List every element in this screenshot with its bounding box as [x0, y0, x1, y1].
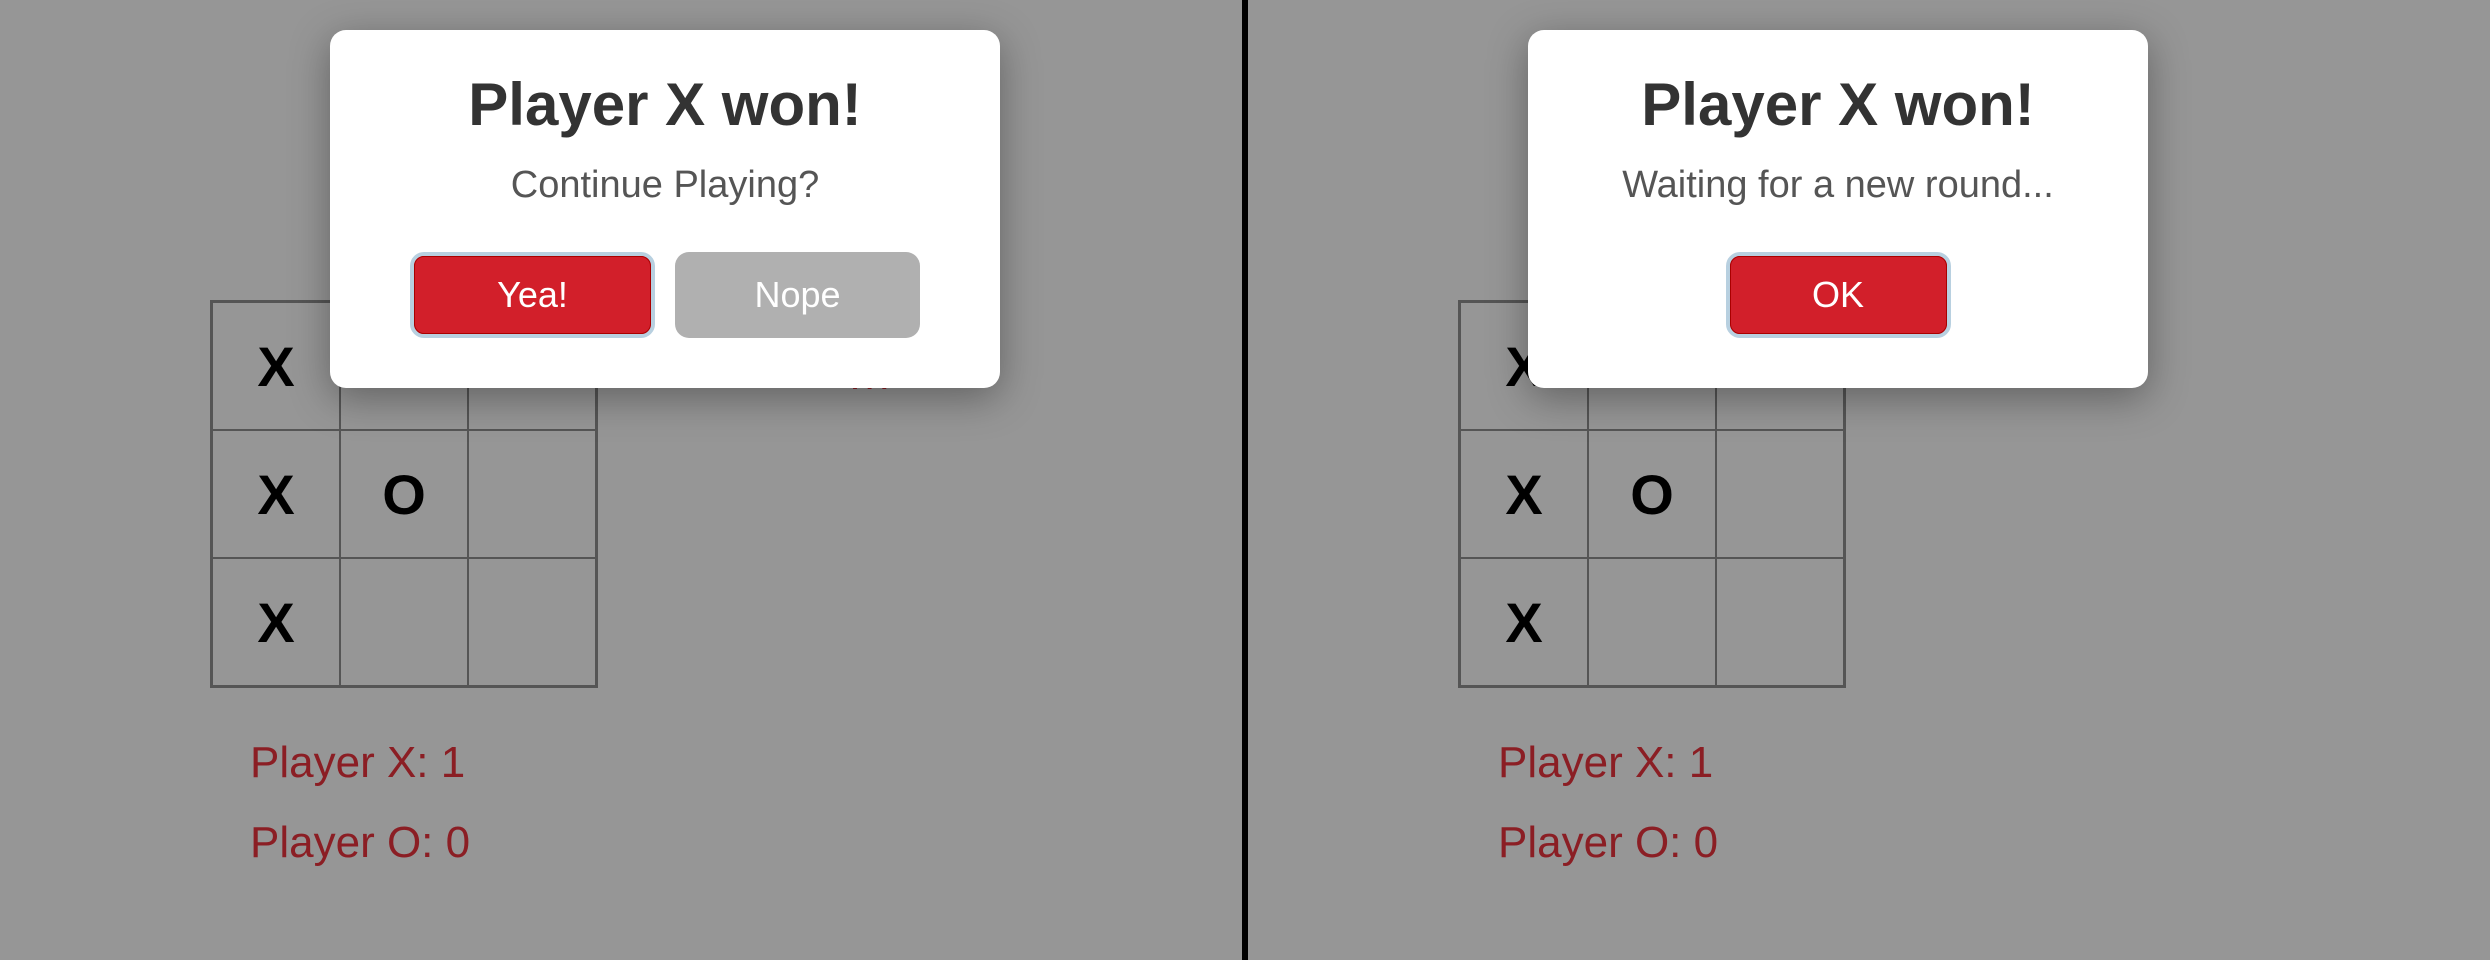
- cell-2-0[interactable]: X: [1460, 558, 1588, 686]
- modal-title: Player X won!: [1578, 70, 2098, 139]
- cell-2-0[interactable]: X: [212, 558, 340, 686]
- cell-1-2[interactable]: [468, 430, 596, 558]
- scores-right: Player X: 1 Player O: 0: [1498, 738, 1846, 868]
- cell-1-1[interactable]: O: [340, 430, 468, 558]
- game-area-right: X X O X Player X: 1 Player O: 0: [1458, 300, 1846, 898]
- cell-2-2[interactable]: [1716, 558, 1844, 686]
- cell-2-1[interactable]: [1588, 558, 1716, 686]
- game-area-left: rn X X O X Player X: 1 Player O: 0: [210, 300, 598, 898]
- scores-left: Player X: 1 Player O: 0: [250, 738, 598, 868]
- yes-button[interactable]: Yea!: [410, 252, 655, 338]
- modal-title: Player X won!: [380, 70, 950, 139]
- score-o: Player O: 0: [1498, 818, 1846, 868]
- cell-1-0[interactable]: X: [212, 430, 340, 558]
- score-o: Player O: 0: [250, 818, 598, 868]
- modal-waiting: Player X won! Waiting for a new round...…: [1528, 30, 2148, 388]
- cell-1-2[interactable]: [1716, 430, 1844, 558]
- score-x: Player X: 1: [250, 738, 598, 788]
- no-button[interactable]: Nope: [675, 252, 920, 338]
- modal-subtitle: Waiting for a new round...: [1578, 164, 2098, 207]
- modal-button-row: Yea! Nope: [380, 252, 950, 338]
- ok-button[interactable]: OK: [1726, 252, 1951, 338]
- cell-2-1[interactable]: [340, 558, 468, 686]
- cell-1-0[interactable]: X: [1460, 430, 1588, 558]
- score-x: Player X: 1: [1498, 738, 1846, 788]
- cell-0-0[interactable]: X: [212, 302, 340, 430]
- cell-2-2[interactable]: [468, 558, 596, 686]
- modal-subtitle: Continue Playing?: [380, 164, 950, 207]
- left-panel: rn X X O X Player X: 1 Player O: 0 Playe…: [0, 0, 1242, 960]
- cell-1-1[interactable]: O: [1588, 430, 1716, 558]
- right-panel: X X O X Player X: 1 Player O: 0 Player X…: [1248, 0, 2490, 960]
- modal-continue: Player X won! Continue Playing? Yea! Nop…: [330, 30, 1000, 388]
- modal-button-row: OK: [1578, 252, 2098, 338]
